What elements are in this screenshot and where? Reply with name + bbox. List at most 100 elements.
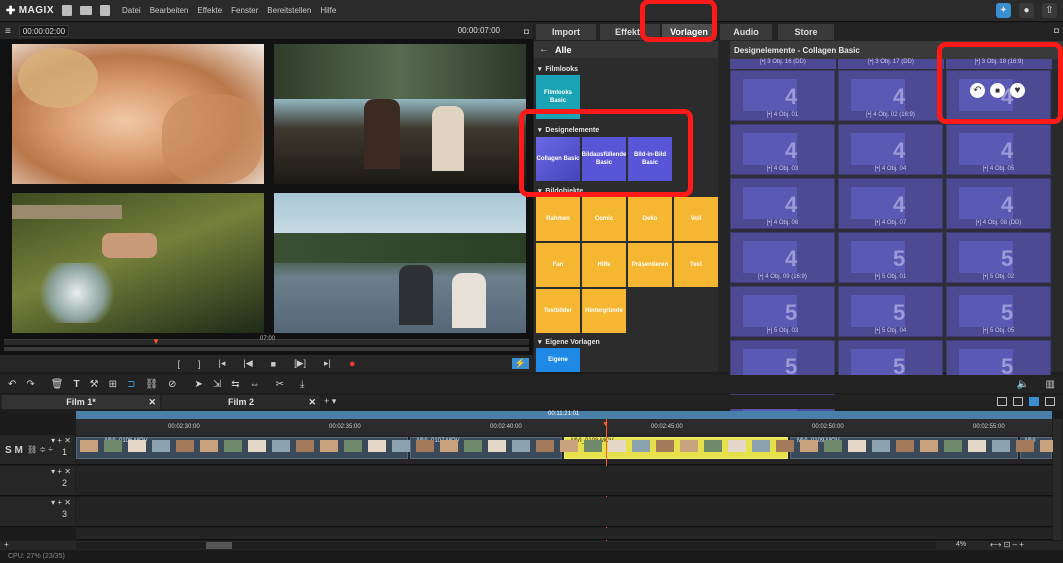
view-mode-timeline-icon[interactable] (1029, 397, 1039, 406)
view-mode-multicam-icon[interactable] (1045, 397, 1055, 406)
preview-range-bar[interactable] (4, 347, 529, 351)
tile-bild-text[interactable]: Text (674, 243, 718, 287)
menu-bearbeiten[interactable]: Bearbeiten (150, 6, 189, 15)
add-film-icon[interactable]: + ▾ (324, 396, 336, 407)
track-1-header[interactable]: S M ⛓ ≑ ÷ ▾ + ✕ 1 (0, 435, 75, 465)
tile-bild-praesentieren[interactable]: Präsentieren (628, 243, 672, 287)
collage-photo-1[interactable] (12, 44, 264, 184)
track-add-remove-icon[interactable]: ▾ + ✕ (51, 467, 71, 476)
group-icon[interactable]: ⛓ (145, 379, 158, 390)
view-mode-storyboard-icon[interactable] (997, 397, 1007, 406)
step-back-icon[interactable]: |◀ (243, 358, 252, 369)
horizontal-scrollbar[interactable] (76, 542, 936, 549)
range-tool-icon[interactable]: ⇲ (213, 379, 221, 390)
timecode-current[interactable]: 00:00:02:00 (18, 25, 70, 37)
menu-bereitstellen[interactable]: Bereitstellen (267, 6, 311, 15)
track-add-remove-icon[interactable]: ▾ + ✕ (51, 436, 71, 445)
menu-icon[interactable]: ≡ (5, 26, 11, 37)
magnet-icon[interactable]: ⊐ (127, 379, 135, 390)
pointer-tool-icon[interactable]: ➤ (194, 379, 202, 390)
track-lock-icon[interactable]: ⛓ ≑ ÷ (27, 445, 53, 454)
back-row[interactable]: ← Alle (534, 41, 718, 58)
template-cell[interactable]: 4 [•] 4 Obj. 05 (946, 124, 1051, 175)
playhead-marker[interactable]: ▼ (152, 337, 160, 346)
tile-eigene[interactable]: Eigene (536, 348, 580, 372)
zoom-level[interactable]: 4% (956, 541, 966, 548)
track-1-lane[interactable]: MVI_0106.MOV MVI_0107.MOV MVI_0108.MOV M… (76, 435, 1058, 465)
cut-icon[interactable]: ✂ (276, 379, 284, 390)
open-folder-icon[interactable] (80, 6, 92, 15)
template-cell[interactable]: 4 [•] 4 Obj. 06 (730, 178, 835, 229)
tile-bild-hintergruende[interactable]: Hintergründe (582, 289, 626, 333)
menu-fenster[interactable]: Fenster (231, 6, 258, 15)
collage-photo-4[interactable] (274, 193, 526, 333)
tab-film-1[interactable]: Film 1* ✕ (2, 395, 160, 409)
tile-bild-rahmen[interactable]: Rahmen (536, 197, 580, 241)
track-3-lane[interactable] (76, 497, 1052, 527)
preview-scrubber[interactable]: ▼ 07:00 (4, 336, 529, 346)
template-cell[interactable]: 5 [•] 5 Obj. 04 (838, 286, 943, 337)
tile-bild-voll[interactable]: Voll (674, 197, 718, 241)
ungroup-icon[interactable]: ⊘ (168, 379, 176, 390)
record-button-icon[interactable]: ● (349, 358, 356, 370)
view-mode-scene-icon[interactable] (1013, 397, 1023, 406)
next-marker-icon[interactable]: ▸| (324, 358, 331, 369)
track-4-lane[interactable] (76, 528, 1052, 540)
maximize-icon[interactable]: ◘ (524, 27, 529, 36)
add-track-icon[interactable]: + (4, 540, 9, 549)
mark-in-icon[interactable]: [ (177, 359, 180, 369)
template-cell[interactable]: 4 [•] 4 Obj. 09 (16:9) (730, 232, 835, 283)
tab-film-2[interactable]: Film 2 ✕ (162, 395, 320, 409)
close-icon[interactable]: ✕ (308, 397, 316, 408)
stop-icon[interactable]: ■ (271, 359, 276, 369)
menu-datei[interactable]: Datei (122, 6, 141, 15)
lightning-icon[interactable]: ⚡ (511, 358, 529, 369)
collage-photo-2[interactable] (274, 44, 526, 184)
track-2-header[interactable]: ▾ + ✕ 2 (0, 466, 75, 496)
new-file-icon[interactable] (62, 5, 72, 16)
template-cell[interactable]: 4 [•] 4 Obj. 03 (730, 124, 835, 175)
play-icon[interactable]: [▶] (294, 358, 306, 369)
insert-icon[interactable]: ⤓ (300, 379, 304, 390)
zoom-controls-icon[interactable]: ⟷ ⊡ – + (990, 540, 1024, 549)
back-arrow-icon[interactable]: ← (539, 44, 549, 55)
delete-icon[interactable]: 🗑 (51, 379, 64, 390)
save-icon[interactable] (100, 5, 110, 16)
mark-out-icon[interactable]: ] (198, 359, 201, 369)
section-filmlooks[interactable]: ▾ Filmlooks (538, 65, 578, 73)
section-eigene-vorlagen[interactable]: ▾ Eigene Vorlagen (538, 338, 600, 346)
menu-effekte[interactable]: Effekte (197, 6, 222, 15)
tab-store[interactable]: Store (778, 24, 834, 40)
template-cell[interactable]: 5 [•] 5 Obj. 02 (946, 232, 1051, 283)
tile-bild-fan[interactable]: Fan (536, 243, 580, 287)
template-cell[interactable]: 5 [•] 5 Obj. 05 (946, 286, 1051, 337)
effects-icon[interactable]: ⚒ (90, 379, 99, 390)
record-icon[interactable]: ● (1019, 3, 1034, 18)
track-add-remove-icon[interactable]: ▾ + ✕ (51, 498, 71, 507)
panel-maximize-icon[interactable]: ◘ (1054, 26, 1059, 35)
panel-splitter[interactable] (718, 41, 730, 372)
marker-icon[interactable]: ⊞ (109, 379, 117, 390)
template-cell[interactable]: 4 [•] 4 Obj. 01 (730, 70, 835, 121)
time-ruler[interactable]: 00:02:30:00 00:02:35:00 00:02:40:00 00:0… (76, 419, 1052, 435)
tab-import[interactable]: Import (536, 24, 596, 40)
split-tool-icon[interactable]: ⇆ (231, 379, 239, 390)
track-3-header[interactable]: ▾ + ✕ 3 (0, 497, 75, 527)
track-2-lane[interactable] (76, 466, 1052, 496)
template-cell[interactable]: 5 [•] 5 Obj. 03 (730, 286, 835, 337)
collage-photo-3[interactable] (12, 193, 264, 333)
template-cell[interactable]: 4 [•] 4 Obj. 02 (16:9) (838, 70, 943, 121)
tile-bild-deko[interactable]: Deko (628, 197, 672, 241)
close-icon[interactable]: ✕ (148, 397, 156, 408)
undo-icon[interactable]: ↶ (8, 379, 16, 390)
redo-icon[interactable]: ↷ (26, 379, 34, 390)
prev-marker-icon[interactable]: |◂ (219, 358, 226, 369)
volume-icon[interactable]: 🔈 (1017, 379, 1029, 390)
stretch-tool-icon[interactable]: ⇔ (250, 379, 260, 390)
template-cell[interactable]: 4 [•] 4 Obj. 07 (838, 178, 943, 229)
tile-bild-textbilder[interactable]: Textbilder (536, 289, 580, 333)
mixer-icon[interactable]: ▥ (1046, 379, 1055, 390)
solo-mute-toggles[interactable]: S M (5, 445, 23, 456)
upload-icon[interactable]: ⇧ (1042, 3, 1057, 18)
magic-wand-icon[interactable]: ✦ (996, 3, 1011, 18)
